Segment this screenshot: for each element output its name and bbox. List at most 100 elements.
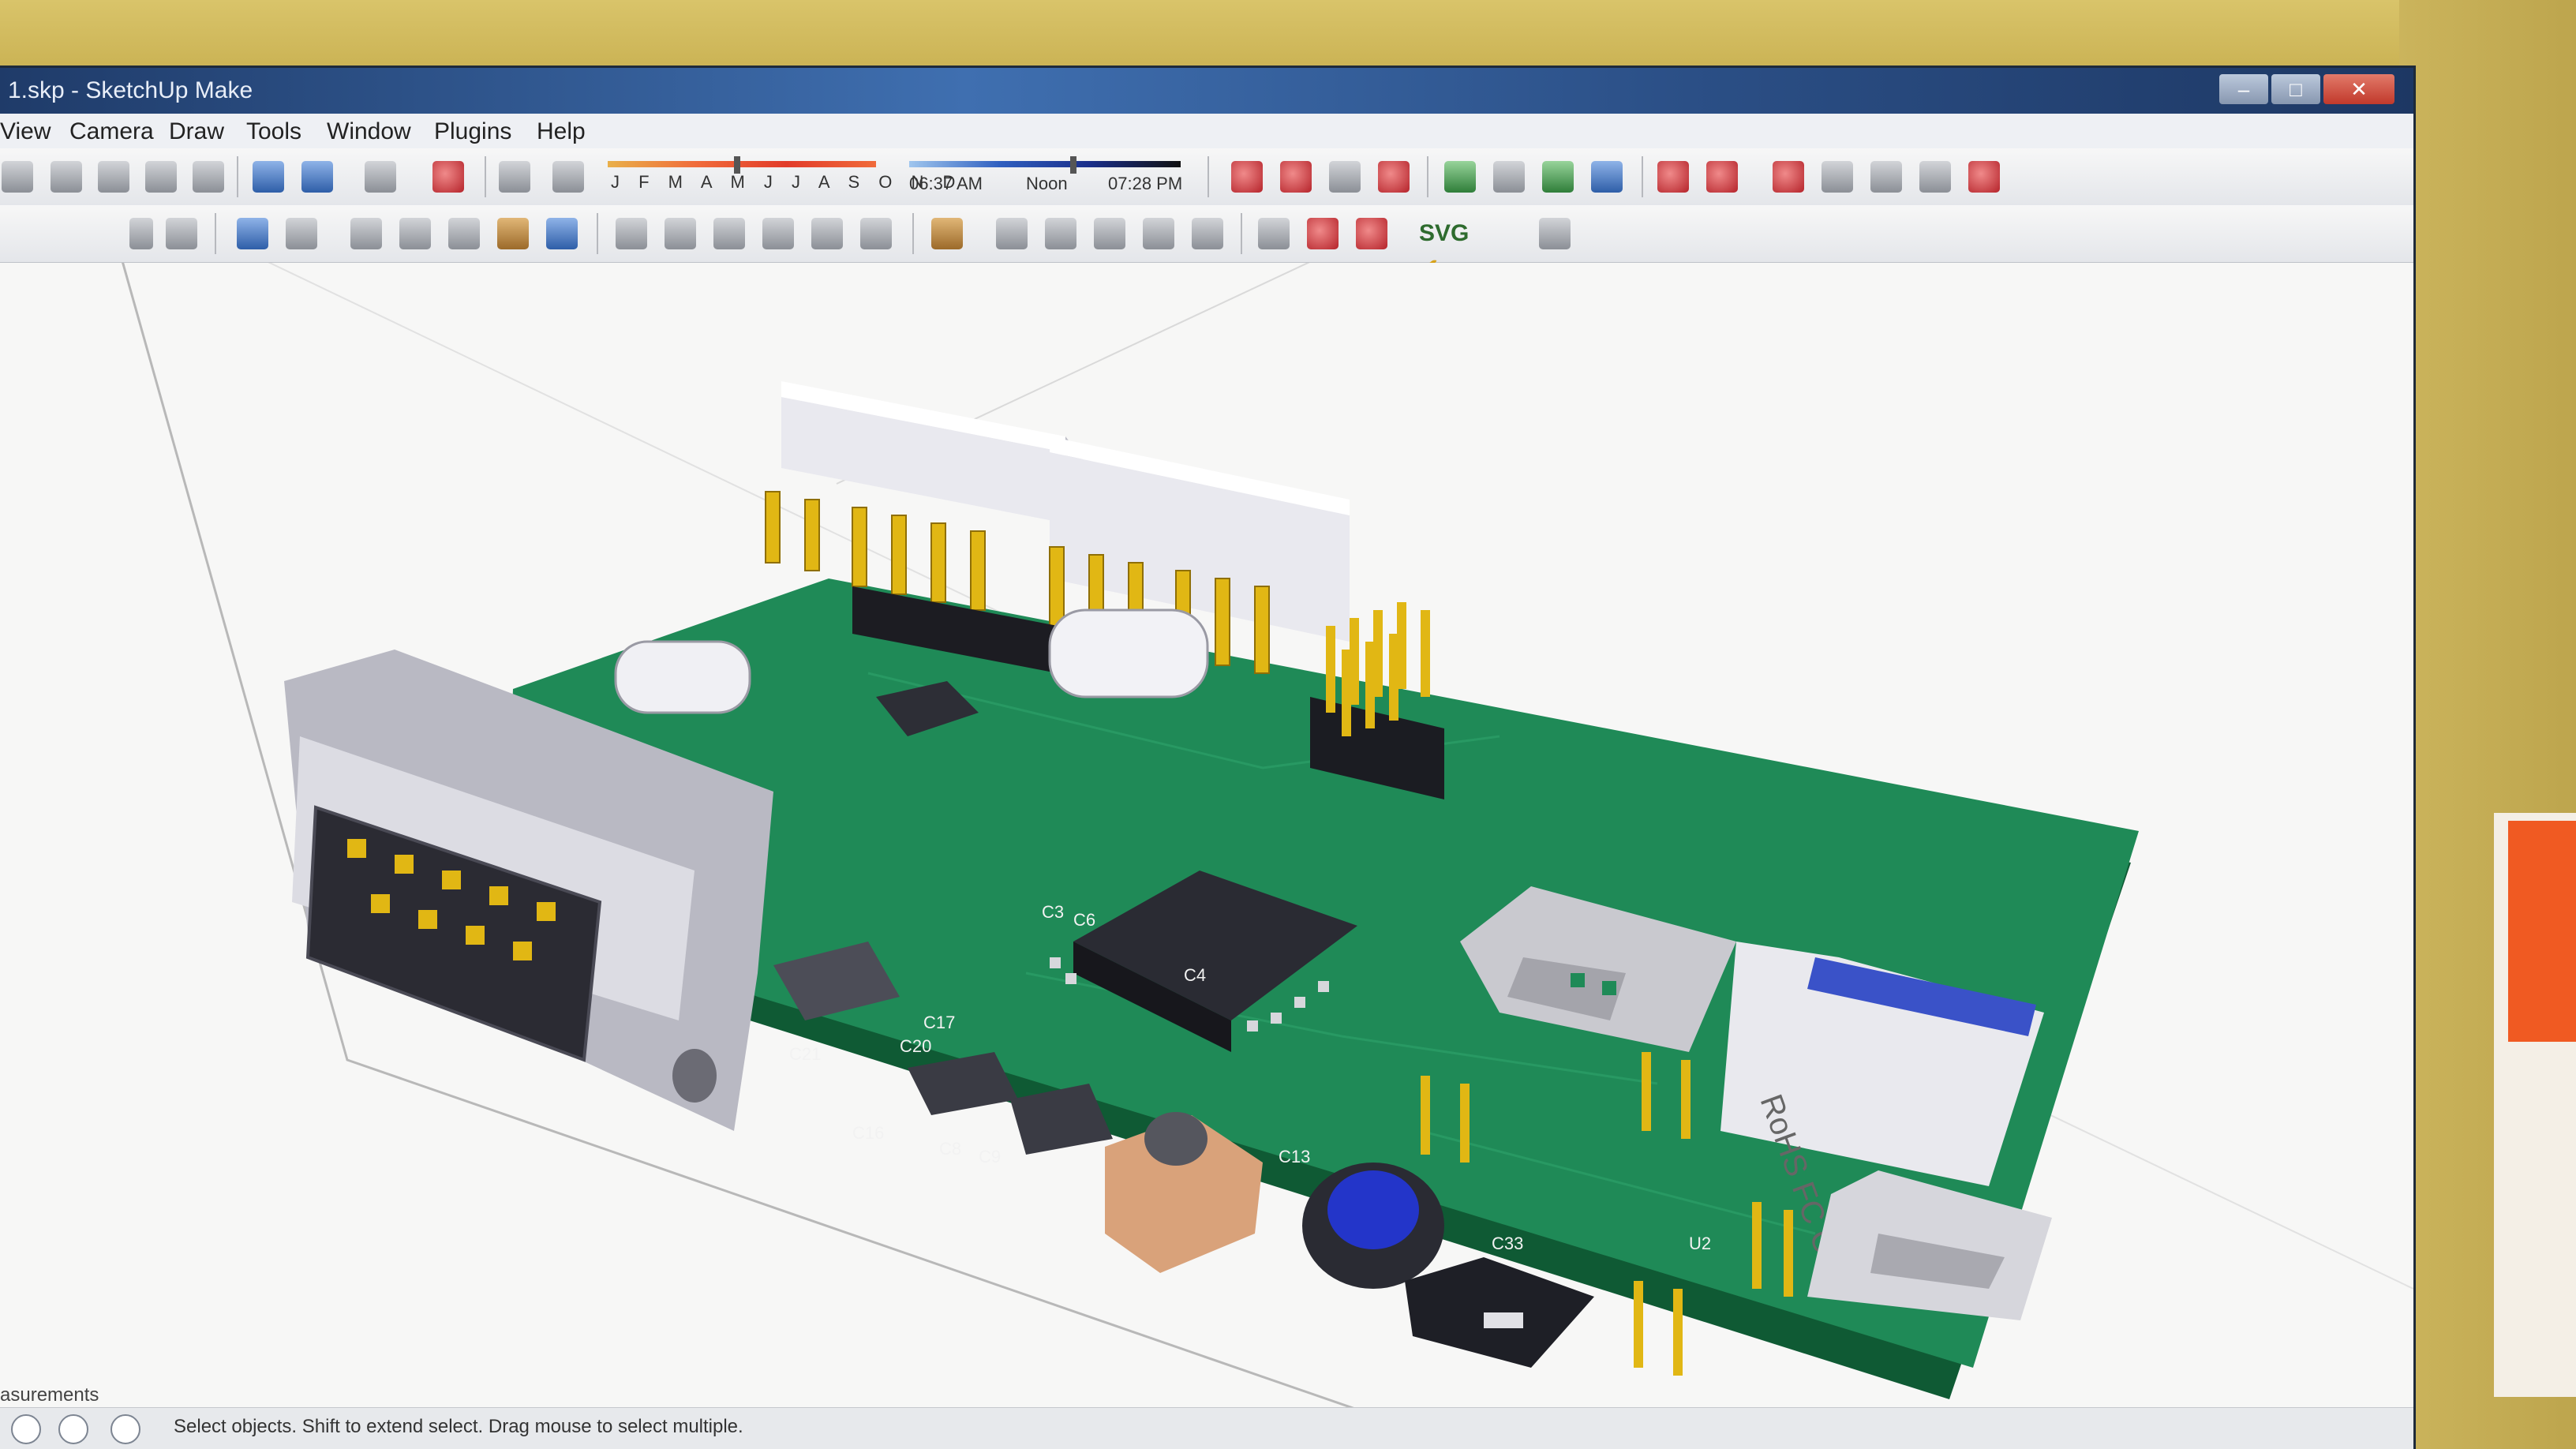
tape-icon[interactable] [145, 161, 177, 193]
status-hint: Select objects. Shift to extend select. … [174, 1416, 743, 1437]
silk-c33: C33 [1492, 1234, 1523, 1253]
silk-c3: C3 [1042, 902, 1064, 922]
menu-plugins[interactable]: Plugins [434, 118, 511, 145]
model-viewport[interactable]: RoHS FC CE C33 C13 U2 C8 C9 C17 C21 C20 … [0, 263, 2413, 1407]
menu-bar: View Camera Draw Tools Window Plugins He… [0, 114, 2413, 149]
time-track [909, 161, 1181, 167]
components-icon[interactable] [365, 161, 396, 193]
geo-location-status-icon[interactable] [11, 1414, 41, 1444]
status-bar: asurements Select objects. Shift to exte… [0, 1384, 2413, 1449]
time-mid-label: Noon [1026, 174, 1068, 193]
crystal-left [614, 640, 751, 714]
shadow-month-slider[interactable]: J F M A M J J A S O N D [608, 156, 955, 197]
hidden-line-icon[interactable] [713, 218, 745, 249]
section-cut-icon[interactable] [1706, 161, 1738, 193]
select-icon[interactable] [2, 161, 33, 193]
zoom-icon[interactable] [1094, 218, 1125, 249]
monitor-bezel-top [0, 0, 2576, 76]
time-end-label: 07:28 PM [1108, 174, 1183, 193]
zoom-window-icon[interactable] [1143, 218, 1174, 249]
time-thumb[interactable] [1070, 156, 1076, 174]
silk-c13: C13 [1279, 1147, 1310, 1166]
menu-camera[interactable]: Camera [69, 118, 154, 145]
plugin-icon[interactable] [1356, 218, 1387, 249]
pcb-model-scene: RoHS FC CE C33 C13 U2 C8 C9 C17 C21 C20 … [122, 263, 2413, 1407]
export-icon[interactable] [1307, 218, 1339, 249]
svg-label: SVG [1419, 220, 1470, 246]
layers-icon[interactable] [1773, 161, 1804, 193]
menu-window[interactable]: Window [327, 118, 411, 145]
bottom-view-icon[interactable] [546, 218, 578, 249]
silk-c8: C8 [939, 1139, 961, 1159]
stamp-icon[interactable] [1329, 161, 1361, 193]
sandbox-icon[interactable] [1231, 161, 1263, 193]
silk-u2: U2 [1689, 1234, 1711, 1253]
month-track [608, 161, 876, 167]
blue-push-button [1302, 1163, 1444, 1289]
help-status-icon[interactable] [110, 1414, 140, 1444]
folder-icon[interactable] [931, 218, 963, 249]
front-view-icon[interactable] [350, 218, 382, 249]
textured-icon[interactable] [811, 218, 843, 249]
iso-view-icon[interactable] [237, 218, 268, 249]
menu-draw[interactable]: Draw [169, 118, 224, 145]
time-start-label: 06:37 AM [909, 174, 983, 193]
views-toolbar: SVG ✔ [0, 205, 2413, 281]
styles-icon[interactable] [1822, 161, 1853, 193]
pan-icon[interactable] [996, 218, 1028, 249]
layer-manager-icon[interactable] [166, 218, 197, 249]
top-connector-left [781, 381, 1089, 539]
look-around-icon[interactable] [1542, 161, 1574, 193]
paint-icon[interactable] [98, 161, 129, 193]
walkthrough-icon[interactable] [1444, 161, 1476, 193]
month-thumb[interactable] [734, 156, 740, 174]
window-title: 1.skp - SketchUp Make [8, 77, 253, 103]
shadow-time-slider[interactable]: 06:37 AM Noon 07:28 PM [909, 156, 1183, 197]
fog-icon[interactable] [552, 161, 584, 193]
shadow-icon[interactable] [499, 161, 530, 193]
zoom-extents-icon[interactable] [1192, 218, 1223, 249]
smoove-icon[interactable] [1280, 161, 1312, 193]
tag-icon[interactable] [1539, 218, 1571, 249]
geo-location-icon[interactable] [1591, 161, 1623, 193]
main-toolbar: J F M A M J J A S O N D 06:37 AM Noon 07… [0, 148, 2413, 206]
measurements-label: asurements [0, 1384, 99, 1406]
section-plane-icon[interactable] [1657, 161, 1689, 193]
wireframe-icon[interactable] [665, 218, 696, 249]
menu-help[interactable]: Help [537, 118, 586, 145]
shaded-icon[interactable] [762, 218, 794, 249]
hand-icon[interactable] [1258, 218, 1290, 249]
eraser-icon[interactable] [51, 161, 82, 193]
svg-export-button[interactable]: SVG ✔ [1419, 216, 1482, 281]
left-view-icon[interactable] [497, 218, 529, 249]
xray-icon[interactable] [616, 218, 647, 249]
back-view-icon[interactable] [448, 218, 480, 249]
entity-info-icon[interactable] [1968, 161, 2000, 193]
silk-c20: C20 [900, 1036, 931, 1056]
orbit-icon[interactable] [1045, 218, 1076, 249]
scenes-icon[interactable] [1870, 161, 1902, 193]
silk-c9: C9 [979, 1147, 1001, 1166]
monochrome-icon[interactable] [860, 218, 892, 249]
sketchup-window: 1.skp - SketchUp Make – □ ✕ View Camera … [0, 68, 2413, 1449]
maximize-button[interactable]: □ [2271, 74, 2320, 104]
minimize-button[interactable]: – [2219, 74, 2268, 104]
menu-view[interactable]: View [0, 118, 51, 145]
close-button[interactable]: ✕ [2323, 74, 2394, 104]
dropdown-icon[interactable] [129, 218, 153, 249]
outliner-icon[interactable] [1919, 161, 1951, 193]
credits-status-icon[interactable] [58, 1414, 88, 1444]
right-view-icon[interactable] [399, 218, 431, 249]
materials-icon[interactable] [432, 161, 464, 193]
drape-icon[interactable] [1378, 161, 1410, 193]
undo-icon[interactable] [253, 161, 284, 193]
desk-paper-print [2508, 821, 2576, 1042]
top-view-icon[interactable] [286, 218, 317, 249]
silk-c16: C16 [852, 1123, 884, 1143]
menu-tools[interactable]: Tools [246, 118, 301, 145]
redo-icon[interactable] [301, 161, 333, 193]
silk-c17: C17 [923, 1013, 955, 1032]
position-camera-icon[interactable] [1493, 161, 1525, 193]
protractor-icon[interactable] [193, 161, 224, 193]
silk-c6: C6 [1073, 910, 1095, 930]
